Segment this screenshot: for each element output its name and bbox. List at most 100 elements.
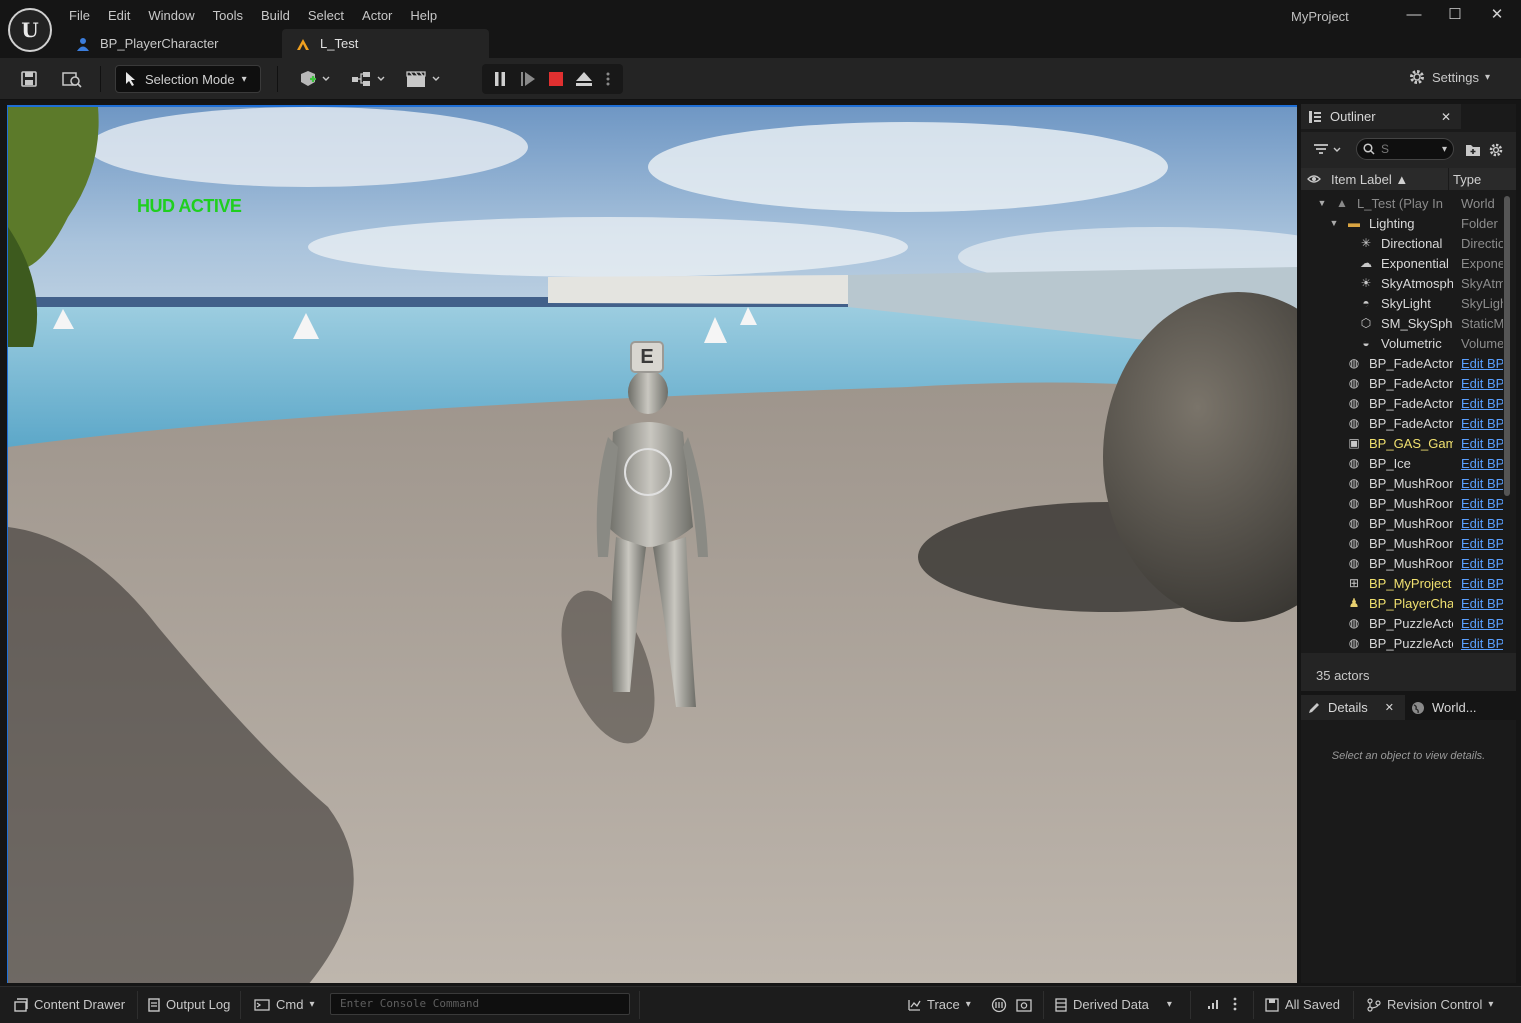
- trace-dropdown[interactable]: Trace ▾: [907, 997, 971, 1012]
- output-log-button[interactable]: Output Log: [148, 997, 230, 1012]
- selection-mode-dropdown[interactable]: Selection Mode ▾: [115, 65, 261, 93]
- edit-blueprint-link[interactable]: Edit BP: [1461, 456, 1503, 471]
- gear-icon[interactable]: [1485, 139, 1507, 161]
- source-control-status-icon[interactable]: [1206, 997, 1220, 1011]
- edit-blueprint-link[interactable]: Edit BP: [1461, 576, 1503, 591]
- edit-blueprint-link[interactable]: Edit BP: [1461, 536, 1503, 551]
- maximize-button[interactable]: ☐: [1445, 5, 1465, 25]
- outliner-row[interactable]: ◍ BP_MushRoom Edit BP: [1301, 553, 1503, 573]
- menu-tools[interactable]: Tools: [204, 8, 252, 23]
- outliner-row[interactable]: ◒ Volumetric Volumetric: [1301, 333, 1503, 353]
- statusbar-divider: [1043, 991, 1044, 1019]
- save-icon[interactable]: [18, 68, 40, 90]
- outliner-scrollbar[interactable]: [1504, 196, 1510, 653]
- menu-window[interactable]: Window: [139, 8, 203, 23]
- content-drawer-button[interactable]: Content Drawer: [14, 997, 125, 1012]
- eject-icon[interactable]: [573, 68, 595, 90]
- outliner-row[interactable]: ◓ SkyLight SkyLight: [1301, 293, 1503, 313]
- edit-blueprint-link[interactable]: Edit BP: [1461, 516, 1503, 531]
- all-saved-button[interactable]: All Saved: [1265, 997, 1340, 1012]
- outliner-item-label: BP_FadeActor: [1369, 395, 1453, 411]
- outliner-row[interactable]: ◍ BP_PuzzleActor Edit BP: [1301, 633, 1503, 653]
- record-icon[interactable]: [991, 997, 1007, 1013]
- toolbar-divider: [100, 66, 101, 92]
- screenshot-icon[interactable]: [1016, 997, 1032, 1013]
- edit-blueprint-link[interactable]: Edit BP: [1461, 596, 1503, 611]
- edit-blueprint-link[interactable]: Edit BP: [1461, 376, 1503, 391]
- outliner-search-input[interactable]: S ▾: [1356, 138, 1454, 160]
- menu-select[interactable]: Select: [299, 8, 353, 23]
- outliner-row[interactable]: ♟ BP_PlayerCharacter Edit BP: [1301, 593, 1503, 613]
- outliner-row[interactable]: ✳ Directional Directional: [1301, 233, 1503, 253]
- pause-icon[interactable]: [489, 68, 511, 90]
- minimize-button[interactable]: —: [1404, 5, 1424, 25]
- edit-blueprint-link[interactable]: Edit BP: [1461, 416, 1503, 431]
- outliner-row[interactable]: ◍ BP_FadeActor Edit BP: [1301, 413, 1503, 433]
- close-icon[interactable]: ✕: [1441, 110, 1451, 124]
- type-column[interactable]: Type: [1453, 172, 1481, 187]
- blueprint-icon[interactable]: [351, 68, 387, 90]
- outliner-row[interactable]: ▼ ▲ L_Test (Play In World: [1301, 193, 1503, 213]
- stop-icon[interactable]: [545, 68, 567, 90]
- edit-blueprint-link[interactable]: Edit BP: [1461, 436, 1503, 451]
- eye-icon[interactable]: [1307, 174, 1321, 184]
- outliner-row[interactable]: ◍ BP_MushRoom Edit BP: [1301, 493, 1503, 513]
- add-folder-icon[interactable]: [1462, 139, 1484, 161]
- outliner-row[interactable]: ◍ BP_MushRoom Edit BP: [1301, 473, 1503, 493]
- settings-button[interactable]: Settings ▾: [1408, 68, 1490, 86]
- details-empty-message: Select an object to view details.: [1331, 750, 1486, 762]
- expand-arrow-icon[interactable]: ▼: [1315, 196, 1329, 210]
- outliner-row[interactable]: ☀ SkyAtmosphere SkyAtmosphere: [1301, 273, 1503, 293]
- menu-file[interactable]: File: [60, 8, 99, 23]
- outliner-row[interactable]: ◍ BP_MushRoom Edit BP: [1301, 513, 1503, 533]
- tab-bp-playercharacter[interactable]: BP_PlayerCharacter: [62, 29, 282, 58]
- outliner-row[interactable]: ⬡ SM_SkySphere StaticMesh: [1301, 313, 1503, 333]
- kebab-menu-icon[interactable]: [1233, 997, 1237, 1011]
- browse-icon[interactable]: [61, 68, 83, 90]
- edit-blueprint-link[interactable]: Edit BP: [1461, 396, 1503, 411]
- edit-blueprint-link[interactable]: Edit BP: [1461, 616, 1503, 631]
- level-viewport[interactable]: HUD ACTIVE E: [7, 105, 1297, 983]
- cinematics-icon[interactable]: [406, 68, 442, 90]
- menu-edit[interactable]: Edit: [99, 8, 139, 23]
- outliner-row[interactable]: ◍ BP_Ice Edit BP: [1301, 453, 1503, 473]
- edit-blueprint-link[interactable]: Edit BP: [1461, 556, 1503, 571]
- outliner-row[interactable]: ☁ Exponential Exponential: [1301, 253, 1503, 273]
- menu-build[interactable]: Build: [252, 8, 299, 23]
- outliner-row[interactable]: ◍ BP_MushRoom Edit BP: [1301, 533, 1503, 553]
- outliner-row[interactable]: ▣ BP_GAS_GameMode Edit BP: [1301, 433, 1503, 453]
- chevron-down-icon[interactable]: ▾: [1442, 144, 1447, 155]
- world-settings-tab[interactable]: World...: [1405, 695, 1516, 720]
- edit-blueprint-link[interactable]: Edit BP: [1461, 496, 1503, 511]
- outliner-row[interactable]: ◍ BP_FadeActor Edit BP: [1301, 373, 1503, 393]
- trace-icon: [908, 999, 921, 1011]
- filter-icon[interactable]: [1313, 139, 1345, 161]
- close-button[interactable]: ✕: [1487, 5, 1507, 25]
- console-command-input[interactable]: Enter Console Command: [330, 993, 630, 1015]
- outliner-row[interactable]: ⊞ BP_MyProject Edit BP: [1301, 573, 1503, 593]
- frame-skip-icon[interactable]: [517, 68, 539, 90]
- more-options-icon[interactable]: [601, 68, 615, 90]
- outliner-tab[interactable]: Outliner ✕: [1301, 104, 1461, 129]
- menu-actor[interactable]: Actor: [353, 8, 401, 23]
- unreal-logo-icon[interactable]: U: [8, 8, 52, 52]
- tab-l-test[interactable]: L_Test: [282, 29, 489, 58]
- outliner-row[interactable]: ▼ ▬ Lighting Folder: [1301, 213, 1503, 233]
- details-tab[interactable]: Details ✕: [1301, 695, 1405, 720]
- cmd-dropdown[interactable]: Cmd ▾: [254, 997, 314, 1012]
- outliner-row[interactable]: ◍ BP_PuzzleActor Edit BP: [1301, 613, 1503, 633]
- edit-blueprint-link[interactable]: Edit BP: [1461, 476, 1503, 491]
- expand-arrow-icon[interactable]: ▼: [1327, 216, 1341, 230]
- edit-blueprint-link[interactable]: Edit BP: [1461, 636, 1503, 651]
- outliner-row[interactable]: ◍ BP_FadeActor Edit BP: [1301, 393, 1503, 413]
- menu-help[interactable]: Help: [401, 8, 446, 23]
- close-icon[interactable]: ✕: [1385, 701, 1394, 714]
- outliner-row[interactable]: ◍ BP_FadeActor Edit BP: [1301, 353, 1503, 373]
- item-label-column[interactable]: Item Label ▲: [1331, 172, 1408, 187]
- derived-data-dropdown[interactable]: Derived Data ▾: [1055, 997, 1172, 1012]
- edit-blueprint-link[interactable]: Edit BP: [1461, 356, 1503, 371]
- add-actor-icon[interactable]: [297, 68, 333, 90]
- revision-control-dropdown[interactable]: Revision Control ▾: [1367, 997, 1493, 1012]
- scrollbar-thumb[interactable]: [1504, 196, 1510, 496]
- outliner-item-label: Volumetric: [1381, 335, 1442, 351]
